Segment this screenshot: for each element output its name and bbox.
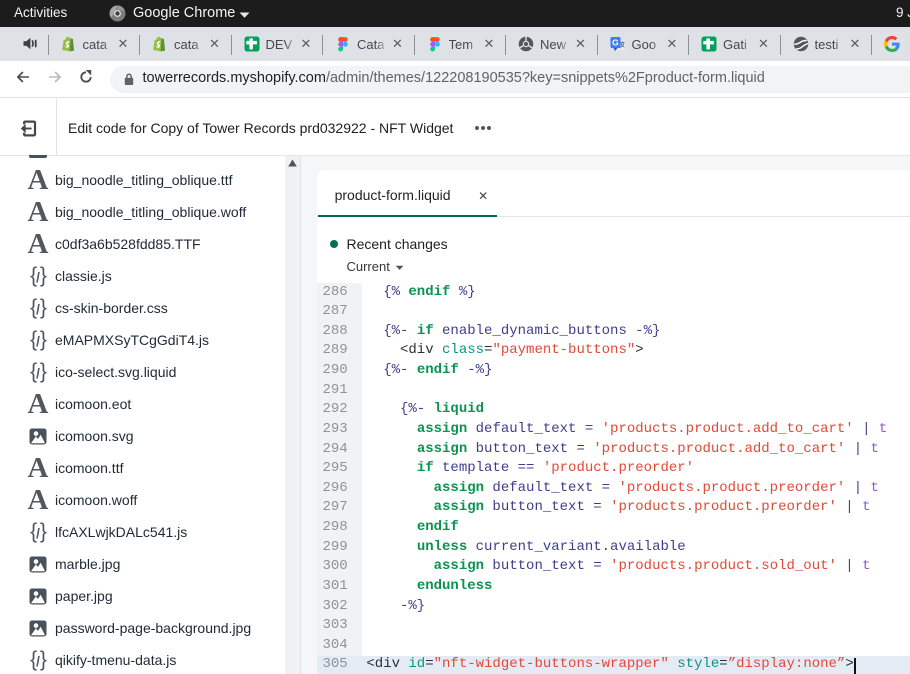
svg-text:G: G [612, 38, 619, 48]
